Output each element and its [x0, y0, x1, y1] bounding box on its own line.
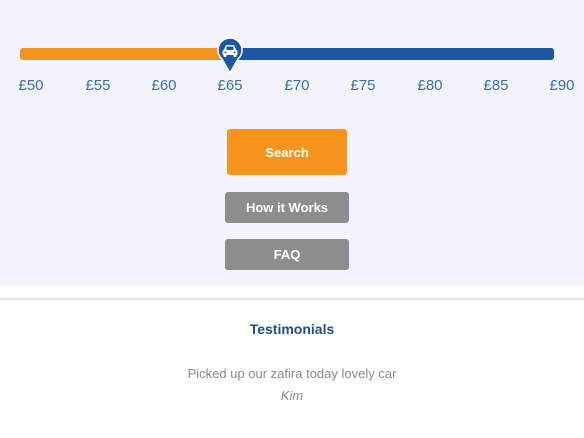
price-slider-track-filled[interactable] — [20, 48, 230, 60]
testimonials-heading: Testimonials — [249, 321, 335, 337]
tick-label: £75 — [350, 77, 376, 94]
faq-button[interactable]: FAQ — [225, 239, 349, 270]
tick-label: £85 — [483, 77, 509, 94]
car-icon — [217, 37, 243, 75]
tick-label: £70 — [284, 77, 310, 94]
tick-label: £60 — [151, 77, 177, 94]
tick-label: £90 — [549, 77, 575, 94]
section-divider — [0, 298, 584, 300]
search-panel: £50 £55 £60 £65 £70 £75 £80 £85 £90 Sear… — [0, 0, 584, 286]
tick-label: £50 — [18, 77, 44, 94]
tick-label: £65 — [217, 77, 243, 94]
price-slider-track-remaining[interactable] — [230, 48, 554, 60]
price-slider-ticks: £50 £55 £60 £65 £70 £75 £80 £85 £90 — [0, 77, 584, 99]
search-button[interactable]: Search — [227, 129, 347, 175]
testimonial-quote: Picked up our zafira today lovely car — [187, 366, 397, 381]
tick-label: £80 — [417, 77, 443, 94]
how-it-works-button[interactable]: How it Works — [225, 192, 349, 223]
price-slider-handle[interactable] — [215, 34, 245, 75]
tick-label: £55 — [85, 77, 111, 94]
testimonial-author: Kim — [280, 388, 304, 403]
